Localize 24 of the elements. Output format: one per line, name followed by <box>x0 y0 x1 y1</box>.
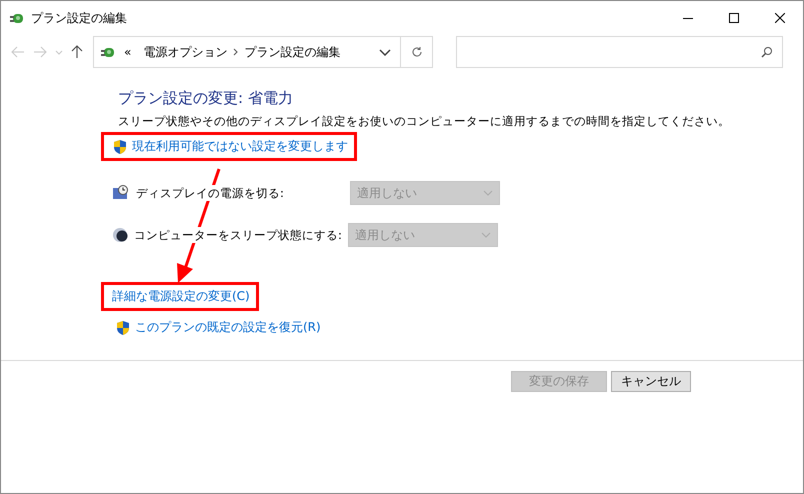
link[interactable]: 詳細な電源設定の変更(C) <box>112 288 250 305</box>
overflow-crumb[interactable]: « <box>118 45 138 59</box>
link[interactable]: このプランの既定の設定を復元(R) <box>135 319 321 336</box>
chevron-down-icon <box>483 190 493 196</box>
search-field[interactable] <box>456 36 783 68</box>
maximize-icon <box>729 13 739 23</box>
monitor-clock-icon <box>112 185 130 201</box>
description-text: スリープ状態やその他のディスプレイ設定をお使いのコンピューターに適用するまでの時間を指定してください。 <box>118 114 731 129</box>
close-icon <box>775 13 785 23</box>
cancel-button[interactable]: キャンセル <box>611 371 691 392</box>
link[interactable]: 現在利用可能ではない設定を変更します <box>132 138 348 155</box>
refresh-icon <box>410 46 422 58</box>
moon-icon <box>112 227 128 243</box>
breadcrumb[interactable]: プラン設定の編集 <box>238 44 346 60</box>
up-button[interactable] <box>69 43 85 61</box>
breadcrumb[interactable]: 電源オプション <box>137 44 234 60</box>
chevron-right-icon <box>233 48 238 56</box>
page-heading: プラン設定の変更: 省電力 <box>118 89 294 108</box>
setting-label: ディスプレイの電源を切る: <box>136 184 284 200</box>
chevron-down-icon <box>481 232 491 238</box>
chevron-down-icon[interactable] <box>379 48 391 56</box>
search-icon <box>761 46 773 58</box>
setting-label: コンピューターをスリープ状態にする: <box>134 226 342 242</box>
window-title: プラン設定の編集 <box>31 10 127 26</box>
